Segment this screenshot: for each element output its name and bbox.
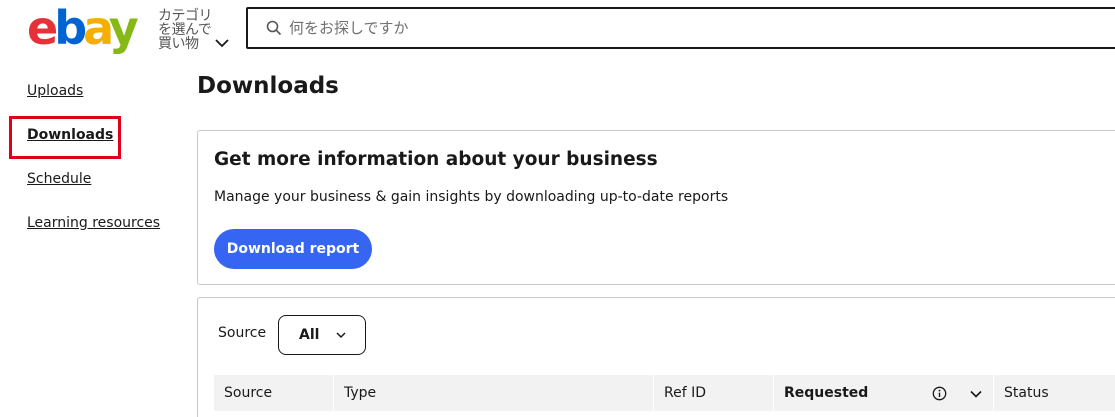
search-icon — [266, 20, 282, 36]
svg-text:ebay: ebay — [27, 4, 139, 54]
info-icon[interactable] — [932, 386, 947, 401]
downloads-table-card: Source All Source Type Ref ID Requested — [197, 297, 1115, 417]
card-heading: Get more information about your business — [214, 149, 658, 170]
sidebar-item-uploads[interactable]: Uploads — [27, 83, 83, 99]
download-info-card: Get more information about your business… — [197, 130, 1115, 285]
search-input[interactable] — [289, 19, 1049, 37]
source-filter-value: All — [299, 327, 320, 343]
chevron-down-icon — [215, 39, 229, 48]
source-filter-dropdown[interactable]: All — [278, 315, 366, 355]
column-header-label: Requested — [784, 385, 869, 401]
shop-by-category-button[interactable]: カテゴリを選んで買い物 — [158, 8, 229, 55]
page-title: Downloads — [197, 73, 339, 99]
category-label: カテゴリを選んで買い物 — [158, 8, 213, 52]
column-header-status[interactable]: Status — [994, 375, 1115, 411]
ebay-logo-mark: ebay — [27, 4, 143, 54]
highlight-annotation-box — [9, 116, 121, 159]
chevron-down-icon — [336, 332, 346, 339]
search-bar[interactable] — [246, 7, 1115, 49]
card-description: Manage your business & gain insights by … — [214, 189, 729, 205]
column-header-type[interactable]: Type — [334, 375, 654, 411]
column-header-ref-id[interactable]: Ref ID — [654, 375, 774, 411]
chevron-down-icon[interactable] — [969, 389, 983, 399]
sidebar-item-schedule[interactable]: Schedule — [27, 171, 91, 187]
column-header-source[interactable]: Source — [214, 375, 334, 411]
column-header-requested[interactable]: Requested — [774, 375, 994, 411]
column-header-label: Source — [224, 385, 273, 401]
column-header-label: Type — [344, 385, 377, 401]
source-filter-label: Source — [218, 325, 267, 341]
column-header-label: Status — [1004, 385, 1049, 401]
sidebar-item-learning-resources[interactable]: Learning resources — [27, 215, 160, 231]
download-report-button[interactable]: Download report — [214, 229, 372, 269]
table-header-row: Source Type Ref ID Requested Status — [214, 375, 1115, 411]
ebay-logo[interactable]: ebay — [27, 4, 145, 54]
column-header-label: Ref ID — [664, 385, 706, 401]
